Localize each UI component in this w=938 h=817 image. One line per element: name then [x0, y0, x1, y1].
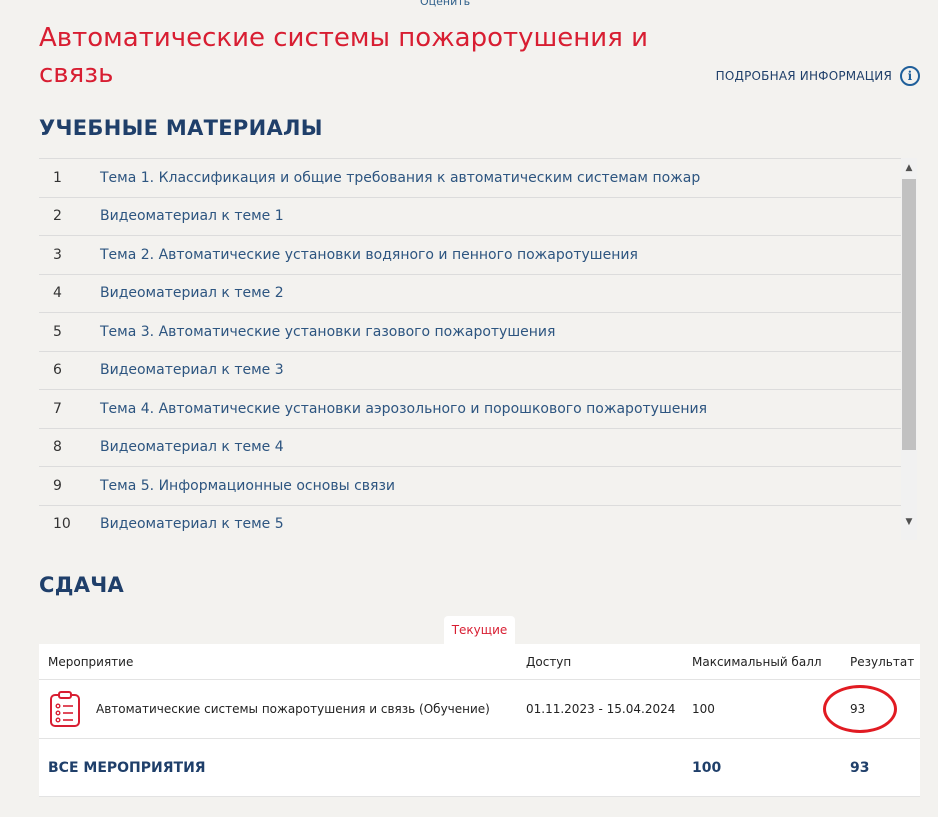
- result-cell: 93: [850, 702, 866, 716]
- list-item[interactable]: 1 Тема 1. Классификация и общие требован…: [39, 158, 901, 197]
- list-item[interactable]: 7 Тема 4. Автоматические установки аэроз…: [39, 389, 901, 428]
- item-title-link[interactable]: Тема 1. Классификация и общие требования…: [100, 170, 700, 186]
- event-cell: Автоматические системы пожаротушения и с…: [39, 690, 526, 728]
- item-title-link[interactable]: Тема 3. Автоматические установки газовог…: [100, 324, 555, 340]
- details-link[interactable]: ПОДРОБНАЯ ИНФОРМАЦИЯ i: [716, 66, 920, 86]
- scroll-thumb[interactable]: [902, 179, 916, 450]
- header-access: Доступ: [526, 654, 572, 669]
- item-number: 8: [53, 439, 62, 456]
- scroll-down-arrow-icon[interactable]: ▼: [901, 514, 917, 530]
- table-total-row: ВСЕ МЕРОПРИЯТИЯ 100 93: [39, 739, 920, 797]
- item-number: 10: [53, 516, 71, 533]
- item-number: 2: [53, 208, 62, 225]
- list-item[interactable]: 2 Видеоматериал к теме 1: [39, 196, 901, 236]
- item-title-link[interactable]: Видеоматериал к теме 4: [100, 439, 284, 455]
- table-header: Мероприятие Доступ Максимальный балл Рез…: [39, 644, 920, 680]
- info-icon: i: [900, 66, 920, 86]
- total-result: 93: [850, 760, 870, 776]
- table-row[interactable]: Автоматические системы пожаротушения и с…: [39, 680, 920, 739]
- item-title-link[interactable]: Видеоматериал к теме 2: [100, 285, 284, 301]
- list-item[interactable]: 9 Тема 5. Информационные основы связи: [39, 466, 901, 505]
- item-number: 7: [53, 400, 62, 417]
- total-max-score: 100: [692, 760, 722, 776]
- item-title-link[interactable]: Видеоматериал к теме 3: [100, 362, 284, 378]
- materials-heading: УЧЕБНЫЕ МАТЕРИАЛЫ: [39, 116, 323, 140]
- item-number: 1: [53, 169, 62, 186]
- header-event: Мероприятие: [48, 654, 134, 669]
- clipboard-checklist-icon: [50, 691, 80, 727]
- materials-scrollbar[interactable]: ▲ ▼: [901, 158, 917, 540]
- scroll-up-arrow-icon[interactable]: ▲: [901, 160, 917, 176]
- results-table: Мероприятие Доступ Максимальный балл Рез…: [39, 644, 920, 797]
- item-title-link[interactable]: Тема 4. Автоматические установки аэрозол…: [100, 401, 707, 417]
- course-title: Автоматические системы пожаротушения и с…: [39, 23, 648, 89]
- submission-heading: СДАЧА: [39, 573, 125, 597]
- item-title-link[interactable]: Тема 5. Информационные основы связи: [100, 478, 395, 494]
- materials-list: 1 Тема 1. Классификация и общие требован…: [39, 158, 901, 540]
- item-number: 5: [53, 323, 62, 340]
- max-score-cell: 100: [692, 702, 715, 716]
- item-title-link[interactable]: Видеоматериал к теме 1: [100, 208, 284, 224]
- list-item[interactable]: 3 Тема 2. Автоматические установки водян…: [39, 235, 901, 274]
- item-title-link[interactable]: Тема 2. Автоматические установки водяног…: [100, 247, 638, 263]
- item-number: 6: [53, 362, 62, 379]
- header-result: Результат: [850, 654, 915, 669]
- list-item[interactable]: 8 Видеоматериал к теме 4: [39, 427, 901, 467]
- list-item[interactable]: 6 Видеоматериал к теме 3: [39, 350, 901, 390]
- item-number: 3: [53, 246, 62, 263]
- header-max-score: Максимальный балл: [692, 654, 822, 669]
- details-link-label: ПОДРОБНАЯ ИНФОРМАЦИЯ: [715, 69, 892, 83]
- list-item[interactable]: 5 Тема 3. Автоматические установки газов…: [39, 312, 901, 351]
- list-item[interactable]: 4 Видеоматериал к теме 2: [39, 273, 901, 313]
- total-label: ВСЕ МЕРОПРИЯТИЯ: [48, 760, 206, 776]
- item-title-link[interactable]: Видеоматериал к теме 5: [100, 516, 284, 532]
- event-name-link[interactable]: Автоматические системы пожаротушения и с…: [96, 702, 490, 716]
- list-item[interactable]: 10 Видеоматериал к теме 5: [39, 504, 901, 541]
- item-number: 9: [53, 477, 62, 494]
- tab-current[interactable]: Текущие: [444, 616, 515, 644]
- access-cell: 01.11.2023 - 15.04.2024: [526, 702, 676, 716]
- item-number: 4: [53, 285, 62, 302]
- rate-link[interactable]: Оценить: [420, 0, 470, 8]
